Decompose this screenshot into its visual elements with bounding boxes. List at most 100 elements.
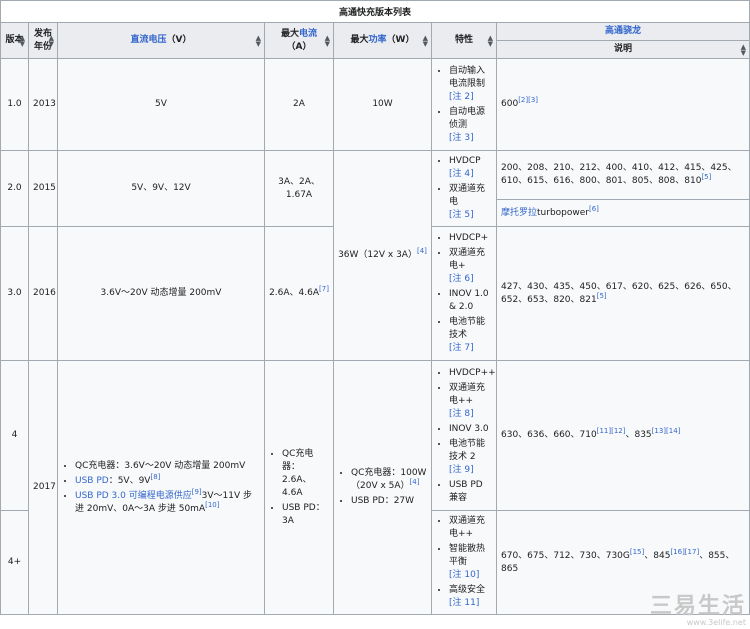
description-cell: 600[2][3] — [496, 58, 750, 151]
power-cell: QC充电器：100W（20V x 5A）[4] USB PD：27W — [333, 360, 432, 615]
feature-item: 双通道充电++ — [449, 515, 492, 541]
voltage-cell: 5V — [57, 58, 265, 151]
table-caption: 高通快充版本列表 — [0, 0, 750, 22]
sort-icon[interactable]: ▲ ▼ — [423, 34, 428, 47]
current-cell: 2A — [264, 58, 334, 151]
ref-link[interactable]: [9] — [192, 488, 202, 496]
ref-link[interactable]: [16][17] — [670, 548, 699, 556]
sort-icon[interactable]: ▲ ▼ — [256, 34, 261, 47]
current-item: QC充电器：2.6A、4.6A — [282, 448, 329, 500]
description-cell: 427、430、435、450、617、620、625、626、650、652、… — [496, 226, 750, 361]
feature-item: HVDCP+ — [449, 232, 492, 245]
note-link[interactable]: [注 4] — [449, 168, 492, 181]
description-cell: 摩托罗拉turbopower[6] — [496, 199, 750, 227]
ref-link[interactable]: [10] — [205, 501, 219, 509]
ref-link[interactable]: [8] — [150, 473, 160, 481]
current-cell: 3A、2A、1.67A — [264, 150, 334, 227]
voltage-item: USB PD 3.0 可编程电源供应[9]3V～11V 步进 20mV、0A～3… — [75, 488, 260, 516]
feature-item: 双通道充电[注 5] — [449, 183, 492, 222]
usb-pd3-link[interactable]: USB PD 3.0 可编程电源供应 — [75, 491, 192, 501]
version-cell: 3.0 — [0, 226, 29, 361]
ref-link[interactable]: [15] — [630, 548, 644, 556]
year-cell: 2013 — [28, 58, 58, 151]
note-link[interactable]: [注 3] — [449, 132, 492, 145]
feature-item: 智能散热平衡[注 10] — [449, 543, 492, 582]
feature-item: 双通道充电+[注 6] — [449, 247, 492, 286]
feature-item: 双通道充电++[注 8] — [449, 382, 492, 421]
ref-link[interactable]: [11][12] — [597, 427, 626, 435]
current-item: USB PD：3A — [282, 502, 329, 528]
feature-item: USB PD 兼容 — [449, 479, 492, 505]
header-current[interactable]: 最大电流 （A） ▲ ▼ — [264, 22, 334, 59]
power-cell: 36W（12V x 3A）[4] — [333, 150, 432, 361]
year-cell: 2017 — [28, 360, 58, 615]
note-link[interactable]: [注 5] — [449, 209, 492, 222]
note-link[interactable]: [注 8] — [449, 408, 492, 421]
note-link[interactable]: [注 10] — [449, 569, 492, 582]
header-power[interactable]: 最大功率（W） ▲ ▼ — [333, 22, 432, 59]
features-cell: HVDCP+ 双通道充电+[注 6] INOV 1.0 & 2.0 电池节能技术… — [431, 226, 497, 361]
ref-link[interactable]: [13][14] — [652, 427, 681, 435]
feature-item: 自动输入电流限制[注 2] — [449, 65, 492, 104]
ref-link[interactable]: [5] — [597, 292, 607, 300]
year-cell: 2015 — [28, 150, 58, 227]
table-row: 4 2017 QC充电器：3.6V～20V 动态增量 200mV USB PD：… — [0, 360, 750, 615]
usb-pd-link[interactable]: USB PD — [75, 476, 109, 486]
note-link[interactable]: [注 11] — [449, 597, 492, 610]
voltage-item: QC充电器：3.6V～20V 动态增量 200mV — [75, 460, 260, 473]
ref-link[interactable]: [5] — [701, 173, 711, 181]
version-cell: 2.0 — [0, 150, 29, 227]
current-cell: QC充电器：2.6A、4.6A USB PD：3A — [264, 360, 334, 615]
features-cell: HVDCP++ 双通道充电++[注 8] INOV 3.0 电池节能技术 2[注… — [431, 360, 497, 511]
voltage-item: USB PD：5V、9V[8] — [75, 473, 260, 488]
feature-item: INOV 3.0 — [449, 423, 492, 436]
voltage-cell: QC充电器：3.6V～20V 动态增量 200mV USB PD：5V、9V[8… — [57, 360, 265, 615]
power-cell: 10W — [333, 58, 432, 151]
version-cell: 4+ — [0, 510, 29, 615]
sort-icon[interactable]: ▲ ▼ — [49, 34, 54, 47]
version-cell: 1.0 — [0, 58, 29, 151]
sort-icon[interactable]: ▲ ▼ — [325, 34, 330, 47]
sort-icon[interactable]: ▲ ▼ — [741, 43, 746, 56]
table-row: 1.0 2013 5V 2A 10W 自动输入电流限制[注 2] 自动电源侦测[… — [0, 58, 750, 151]
motorola-link[interactable]: 摩托罗拉 — [501, 208, 537, 218]
features-cell: HVDCP[注 4] 双通道充电[注 5] — [431, 150, 497, 227]
note-link[interactable]: [注 7] — [449, 342, 492, 355]
site-watermark: 三易生活 www.3elife.net — [649, 594, 746, 628]
feature-item: INOV 1.0 & 2.0 — [449, 288, 492, 314]
year-cell: 2016 — [28, 226, 58, 361]
qc-version-table: 高通快充版本列表 版本 ▲ ▼ 发布年份 ▲ ▼ 直流电压（V） ▲ ▼ 最大电流 （A） ▲ ▼… — [0, 0, 750, 615]
ref-link[interactable]: [7] — [319, 285, 329, 293]
header-year[interactable]: 发布年份 ▲ ▼ — [28, 22, 58, 59]
feature-item: HVDCP[注 4] — [449, 155, 492, 181]
note-link[interactable]: [注 9] — [449, 464, 492, 477]
sort-icon[interactable]: ▲ ▼ — [488, 34, 493, 47]
power-link[interactable]: 功率 — [369, 35, 387, 45]
sort-icon[interactable]: ▲ ▼ — [20, 34, 25, 47]
header-snapdragon[interactable]: 高通骁龙 — [496, 22, 750, 41]
header-voltage[interactable]: 直流电压（V） ▲ ▼ — [57, 22, 265, 59]
ref-link[interactable]: [6] — [589, 205, 599, 213]
version-cell: 4 — [0, 360, 29, 511]
ref-link[interactable]: [2][3] — [518, 96, 538, 104]
header-description[interactable]: 说明 ▲ ▼ — [496, 40, 750, 59]
ref-link[interactable]: [4] — [410, 478, 420, 486]
header-version[interactable]: 版本 ▲ ▼ — [0, 22, 29, 59]
feature-item: 自动电源侦测[注 3] — [449, 106, 492, 145]
feature-item: 高级安全[注 11] — [449, 584, 492, 610]
feature-item: 电池节能技术[注 7] — [449, 316, 492, 355]
voltage-cell: 3.6V～20V 动态增量 200mV — [57, 226, 265, 361]
features-cell: 双通道充电++ 智能散热平衡[注 10] 高级安全[注 11] — [431, 510, 497, 615]
ref-link[interactable]: [4] — [417, 247, 427, 255]
features-cell: 自动输入电流限制[注 2] 自动电源侦测[注 3] — [431, 58, 497, 151]
description-cell: 200、208、210、212、400、410、412、415、425、610、… — [496, 149, 750, 201]
power-item: USB PD：27W — [351, 495, 427, 508]
snapdragon-link[interactable]: 高通骁龙 — [605, 26, 641, 36]
note-link[interactable]: [注 2] — [449, 91, 492, 104]
current-link[interactable]: 电流 — [299, 29, 317, 39]
feature-item: HVDCP++ — [449, 367, 496, 380]
note-link[interactable]: [注 6] — [449, 273, 492, 286]
header-features[interactable]: 特性 ▲ ▼ — [431, 22, 497, 59]
table-row: 2.0 2015 5V、9V、12V 3A、2A、1.67A 36W（12V x… — [0, 149, 750, 361]
voltage-link[interactable]: 直流电压 — [131, 35, 167, 45]
